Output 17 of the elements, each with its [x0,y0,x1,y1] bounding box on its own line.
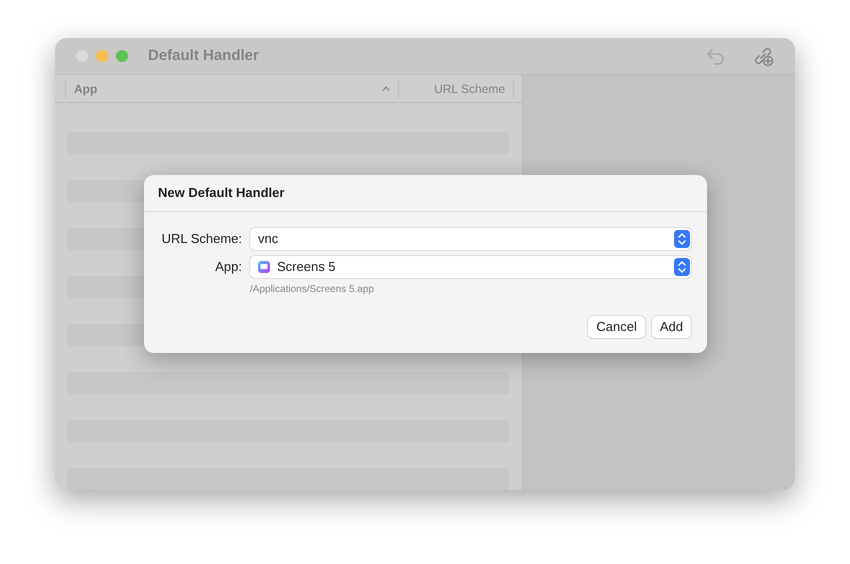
popup-field[interactable]: vnc [250,228,691,250]
window-title: Default Handler [148,46,259,66]
field-label: App: [214,258,242,276]
undo-icon[interactable] [706,47,726,65]
stepper-icon [674,258,690,276]
stepper-icon [674,230,690,248]
field-label: URL Scheme: [160,230,242,248]
dialog-button[interactable]: Add [652,316,691,338]
zoom-button[interactable] [116,50,128,62]
sort-caret-icon [382,86,390,91]
popup-field[interactable]: Screens 5 [250,256,691,278]
app-icon [258,261,270,273]
dialog-title: New Default Handler [158,184,284,202]
dialog-button[interactable]: Cancel [588,316,645,338]
app-path: /Applications/Screens 5.app [250,283,375,297]
link-add-icon[interactable] [752,45,774,67]
minimize-button[interactable] [96,50,108,62]
